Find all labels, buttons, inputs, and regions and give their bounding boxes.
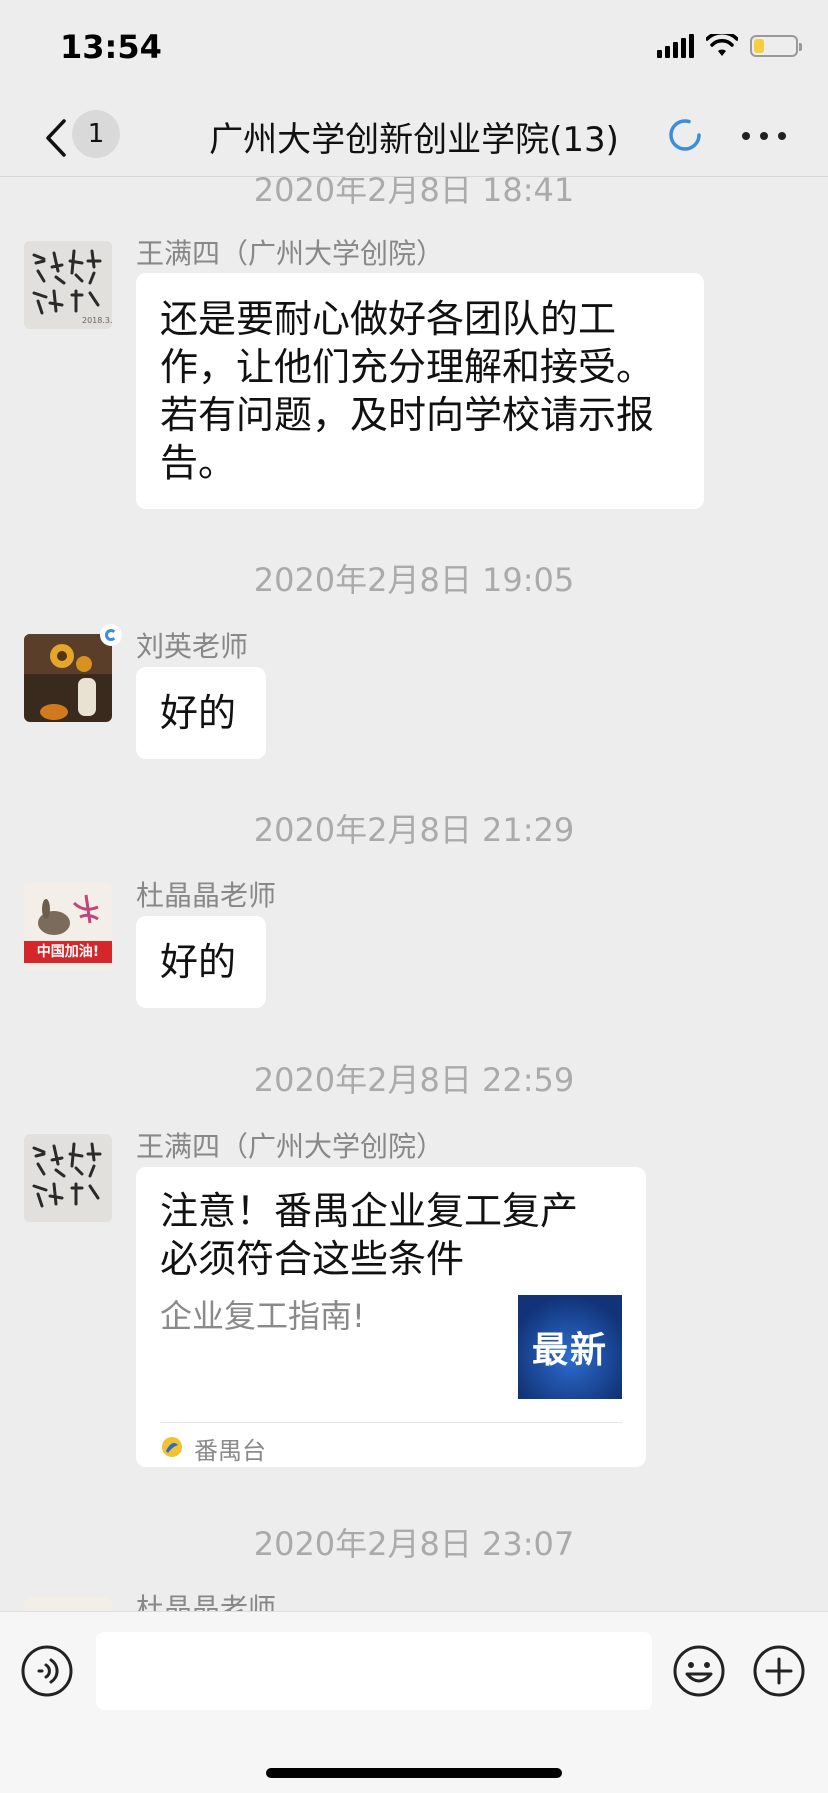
message-text: 好的 [160, 691, 237, 735]
svg-text:2018.3.5: 2018.3.5 [82, 316, 112, 325]
home-indicator [266, 1768, 562, 1778]
calligraphy-avatar-image [24, 1134, 112, 1222]
more-functions-button[interactable] [752, 1644, 806, 1698]
message-bubble[interactable]: 还是要耐心做好各团队的工作，让他们充分理解和接受。若有问题，及时向学校请示报告。 [136, 273, 704, 509]
more-dot-icon [742, 132, 750, 140]
message-timestamp: 2020年2月8日 21:29 [253, 811, 575, 849]
source-logo-icon [162, 1437, 182, 1457]
chat-title: 广州大学创新创业学院(13) [209, 120, 619, 160]
input-bar [0, 1611, 828, 1793]
chevron-left-icon [46, 119, 66, 157]
avatar[interactable]: 2018.3.5 [24, 241, 112, 329]
message-timestamp: 2020年2月8日 18:41 [253, 177, 575, 209]
cellular-signal-icon [657, 34, 694, 58]
avatar[interactable] [24, 634, 112, 722]
message-timestamp: 2020年2月8日 23:07 [253, 1525, 575, 1563]
unread-count-badge[interactable]: 1 [72, 110, 120, 158]
sender-name: 王满四（广州大学创院） [136, 237, 445, 270]
loading-spinner-icon [669, 119, 701, 151]
message-text: 还是要耐心做好各团队的工作，让他们充分理解和接受。若有问题，及时向学校请示报告。 [160, 297, 655, 485]
link-card[interactable]: 注意！番禺企业复工复产必须符合这些条件 企业复工指南! 最新 番禺台 [136, 1167, 646, 1467]
link-card-source: 番禺台 [194, 1437, 266, 1465]
message-text: 好的 [160, 940, 237, 984]
avatar[interactable]: 中国加油! [24, 883, 112, 971]
battery-icon [750, 35, 802, 57]
sender-name: 刘英老师 [136, 630, 249, 663]
more-dot-icon [778, 132, 786, 140]
sender-name: 杜晶晶老师 [136, 879, 277, 912]
voice-input-button[interactable] [20, 1644, 74, 1698]
more-dot-icon [760, 132, 768, 140]
status-icons [657, 34, 802, 58]
message-timestamp: 2020年2月8日 22:59 [253, 1061, 575, 1099]
sender-name: 杜晶晶老师 [136, 1592, 277, 1611]
wifi-icon [706, 34, 738, 56]
battery-level [754, 39, 764, 53]
back-button[interactable] [36, 114, 76, 162]
sender-name: 王满四（广州大学创院） [136, 1130, 445, 1163]
avatar-caption: 中国加油! [36, 944, 100, 960]
calligraphy-avatar-image: 2018.3.5 [24, 241, 112, 329]
sunflower-avatar-image [24, 634, 112, 722]
avatar[interactable] [24, 1597, 112, 1611]
message-input[interactable] [96, 1632, 652, 1710]
nav-bar: 1 广州大学创新创业学院(13) [0, 100, 828, 177]
status-bar: 13:54 [0, 0, 828, 100]
status-ring-icon [100, 624, 122, 646]
card-divider [160, 1422, 622, 1423]
link-card-title: 注意！番禺企业复工复产必须符合这些条件 [160, 1189, 579, 1281]
message-bubble[interactable]: 好的 [136, 667, 266, 759]
emoji-button[interactable] [672, 1644, 726, 1698]
chat-message-list[interactable]: 2020年2月8日 18:41 2018.3.5 王满四（广州大学创院） 还是要… [0, 177, 828, 1611]
more-options-button[interactable] [742, 126, 786, 146]
avatar[interactable] [24, 1134, 112, 1222]
status-time: 13:54 [60, 28, 162, 66]
message-bubble[interactable]: 好的 [136, 916, 266, 1008]
link-card-thumbnail: 最新 [518, 1295, 622, 1399]
link-card-description: 企业复工指南! [160, 1297, 365, 1335]
message-timestamp: 2020年2月8日 19:05 [253, 561, 575, 599]
